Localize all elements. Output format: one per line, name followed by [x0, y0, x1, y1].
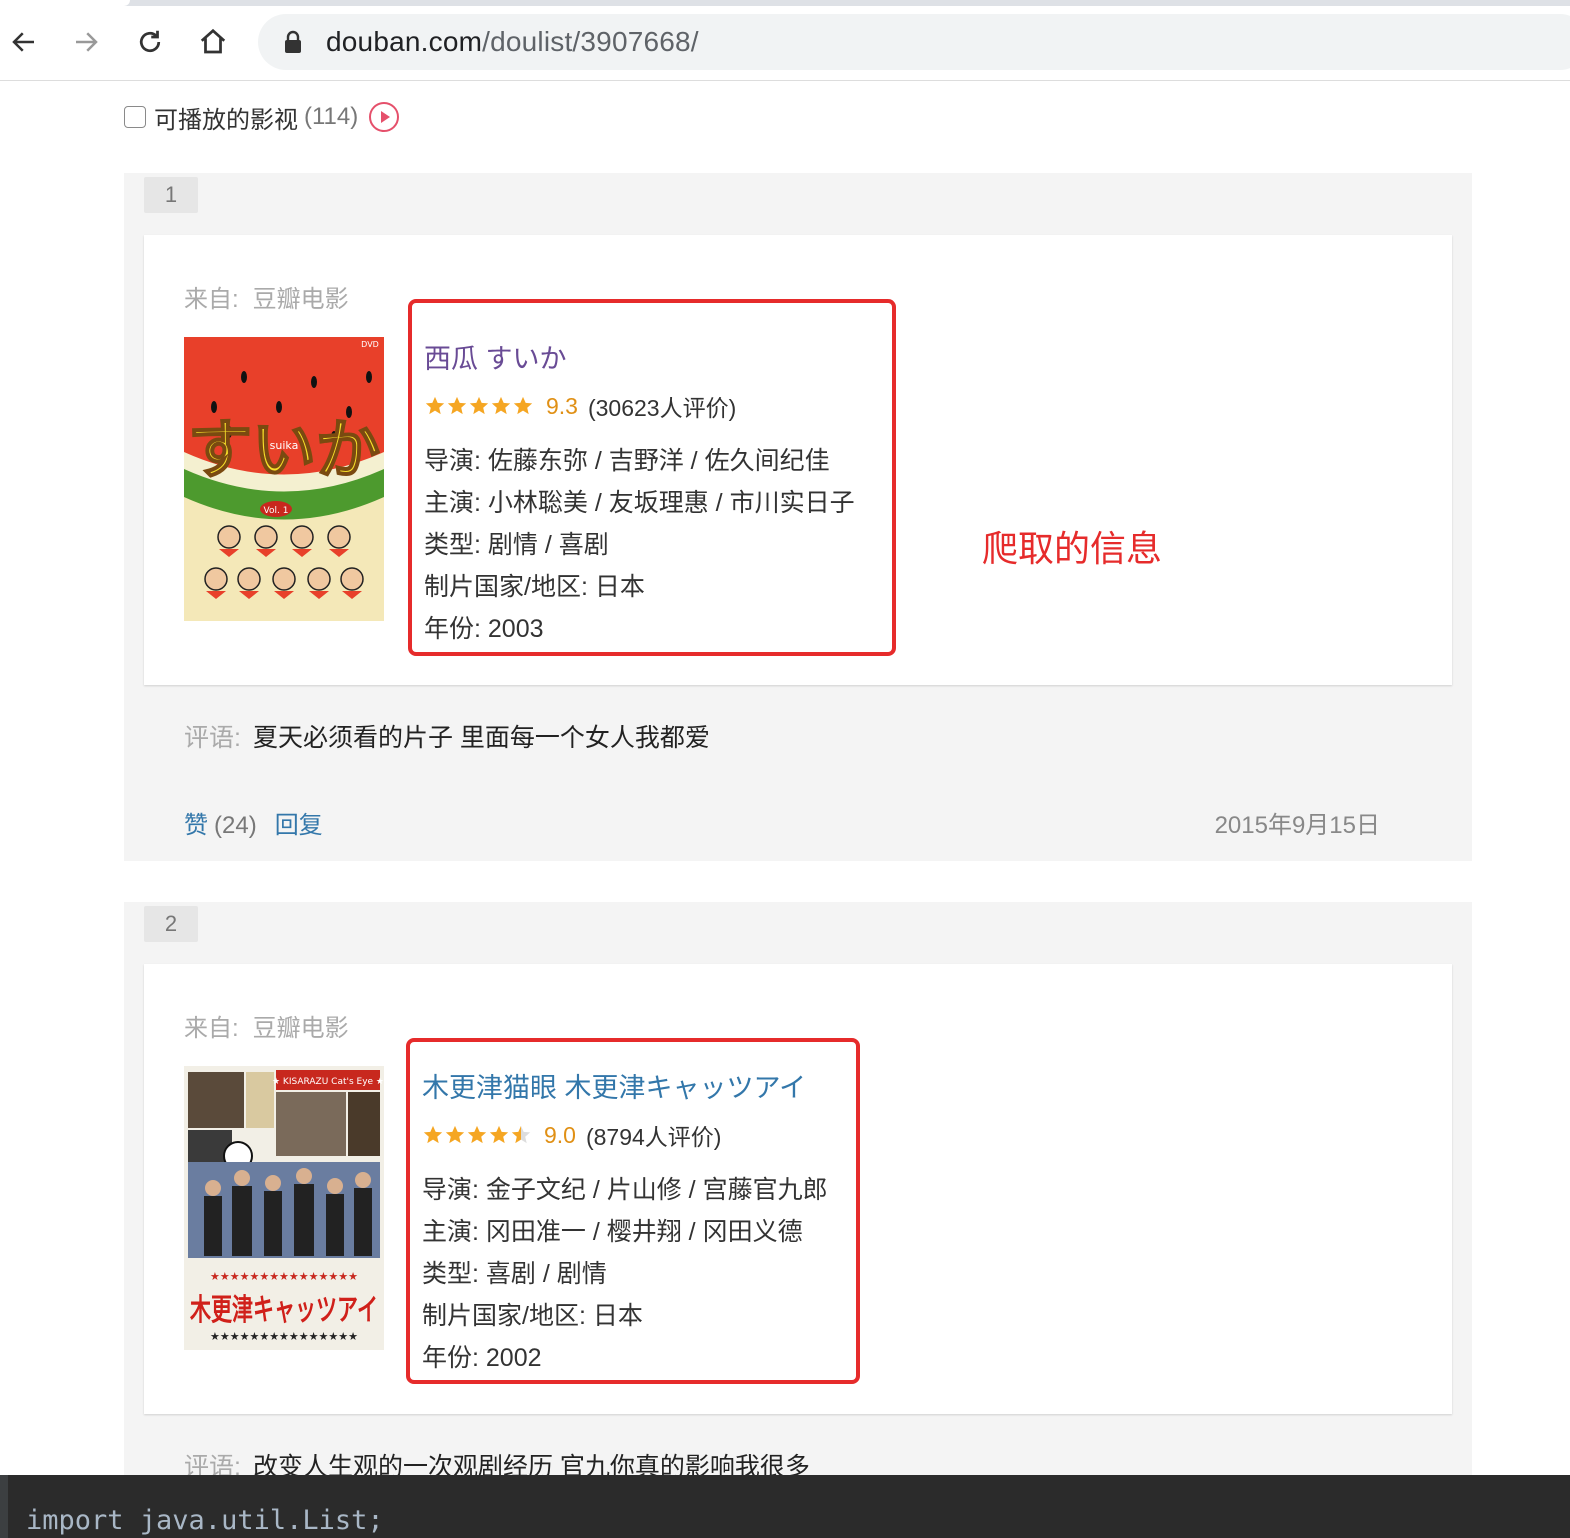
source-label: 来自:: [184, 286, 239, 313]
star-icon: [425, 396, 445, 415]
forward-button[interactable]: [66, 22, 106, 62]
star-icon: [469, 396, 489, 415]
reload-icon: [139, 30, 161, 53]
home-icon: [200, 28, 226, 54]
subject-card: 来自: 豆瓣电影 ★ KISARAZU Cat's Eye ★ ★★★★★★★★★…: [144, 964, 1452, 1414]
star-icon: [445, 1125, 465, 1144]
playable-checkbox[interactable]: [124, 106, 146, 128]
active-tab[interactable]: [0, 0, 130, 6]
item-index: 1: [144, 177, 198, 213]
back-arrow-icon: [12, 32, 34, 52]
cast-line: 主演: 冈田准一 / 樱井翔 / 冈田义德: [422, 1218, 803, 1246]
item-index: 2: [144, 906, 198, 942]
genre-line: 类型: 剧情 / 喜剧: [424, 531, 609, 559]
star-icon: [423, 1125, 443, 1144]
rating-score: 9.3: [546, 392, 578, 419]
subject-title[interactable]: 西瓜 すいか: [424, 337, 567, 376]
subject-card: 来自: 豆瓣电影 すいか suika Vol. 1 DVD 西瓜 すいか 9.3…: [144, 235, 1452, 685]
comment-label: 评语:: [184, 724, 241, 752]
like-link[interactable]: 赞: [184, 812, 208, 839]
reply-link[interactable]: 回复: [275, 812, 323, 839]
playable-filter: 可播放的影视 (114): [124, 100, 400, 134]
director-line: 导演: 金子文纪 / 片山修 / 宫藤官九郎: [422, 1176, 828, 1204]
subject-title[interactable]: 木更津猫眼 木更津キャッツアイ: [422, 1066, 806, 1105]
country-line: 制片国家/地区: 日本: [422, 1302, 643, 1330]
url-host: douban.com: [326, 26, 483, 57]
scraped-info-box: 木更津猫眼 木更津キャッツアイ 9.0 (8794人评价) 导演: 金子文纪 /…: [406, 1038, 860, 1384]
like-count: (24): [214, 812, 257, 839]
star-icon: [513, 396, 533, 415]
source-name: 豆瓣电影: [252, 286, 349, 313]
poster2-title: 木更津キャッツアイ: [189, 1293, 378, 1328]
code-editor[interactable]: import java.util.List;: [0, 1475, 1570, 1538]
annotation-label: 爬取的信息: [982, 528, 1163, 569]
code-line: import java.util.List;: [26, 1505, 384, 1536]
star-icon: [467, 1125, 487, 1144]
source-label: 来自:: [184, 1015, 239, 1042]
poster-image[interactable]: すいか suika Vol. 1 DVD: [184, 337, 384, 621]
doulist-item: 1 来自: 豆瓣电影 すいか suika Vol. 1 DVD 西瓜 すいか 9…: [124, 173, 1472, 861]
poster1-vol: Vol. 1: [264, 506, 289, 516]
rating-line: 9.3 (30623人评价): [424, 389, 736, 423]
director-line: 导演: 佐藤东弥 / 吉野洋 / 佐久间纪佳: [424, 447, 830, 475]
svg-text:★★★★★★★★★★★★★★★: ★★★★★★★★★★★★★★★: [210, 1330, 358, 1343]
cast-line: 主演: 小林聡美 / 友坂理惠 / 市川实日子: [424, 489, 855, 517]
star-icon: [447, 396, 467, 415]
star-icon: [489, 1125, 509, 1144]
year-line: 年份: 2002: [422, 1344, 542, 1372]
source-name: 豆瓣电影: [252, 1015, 349, 1042]
forward-arrow-icon: [76, 32, 98, 52]
source-line: 来自: 豆瓣电影: [184, 279, 349, 314]
rating-votes: (30623人评价): [587, 395, 737, 421]
rating-score: 9.0: [544, 1121, 576, 1148]
poster-image[interactable]: ★ KISARAZU Cat's Eye ★ ★★★★★★★★★★★★★★★ 木…: [184, 1066, 384, 1350]
scraped-info-box: 西瓜 すいか 9.3 (30623人评价) 导演: 佐藤东弥 / 吉野洋 / 佐…: [408, 299, 896, 656]
filter-label: 可播放的影视: [154, 106, 298, 134]
tab-strip: [0, 0, 1570, 6]
url-text: douban.com/doulist/3907668/: [326, 25, 699, 59]
lock-icon: [285, 30, 301, 53]
svg-text:★★★★★★★★★★★★★★★: ★★★★★★★★★★★★★★★: [210, 1270, 358, 1283]
play-icon[interactable]: [368, 101, 400, 133]
star-icon: [511, 1125, 531, 1144]
poster1-romaji: suika: [270, 439, 299, 452]
rating-votes: (8794人评价): [585, 1124, 722, 1150]
browser-toolbar: douban.com/doulist/3907668/: [0, 0, 1570, 81]
country-line: 制片国家/地区: 日本: [424, 573, 645, 601]
filter-count: (114): [304, 103, 359, 130]
year-line: 年份: 2003: [424, 615, 544, 643]
reload-button[interactable]: [130, 22, 170, 62]
source-line: 来自: 豆瓣电影: [184, 1008, 349, 1043]
genre-line: 类型: 喜剧 / 剧情: [422, 1260, 607, 1288]
back-button[interactable]: [4, 22, 44, 62]
comment-text: 夏天必须看的片子 里面每一个女人我都爱: [252, 724, 710, 752]
item-date: 2015年9月15日: [1214, 812, 1380, 839]
address-bar[interactable]: douban.com/doulist/3907668/: [258, 14, 1570, 70]
doulist-item: 2 来自: 豆瓣电影 ★ KISARAZU Cat's Eye ★ ★★★★★★★…: [124, 902, 1472, 1481]
home-button[interactable]: [193, 22, 233, 62]
rating-stars: [422, 1124, 532, 1146]
star-icon: [491, 396, 511, 415]
item-actions: 赞 (24) 回复: [184, 805, 323, 840]
rating-line: 9.0 (8794人评价): [422, 1118, 721, 1152]
url-path: /doulist/3907668/: [482, 26, 699, 57]
comment-line: 评语: 夏天必须看的片子 里面每一个女人我都爱: [184, 718, 710, 754]
rating-stars: [424, 395, 534, 417]
poster2-banner: ★ KISARAZU Cat's Eye ★: [272, 1077, 384, 1087]
poster1-badge: DVD: [361, 340, 379, 349]
